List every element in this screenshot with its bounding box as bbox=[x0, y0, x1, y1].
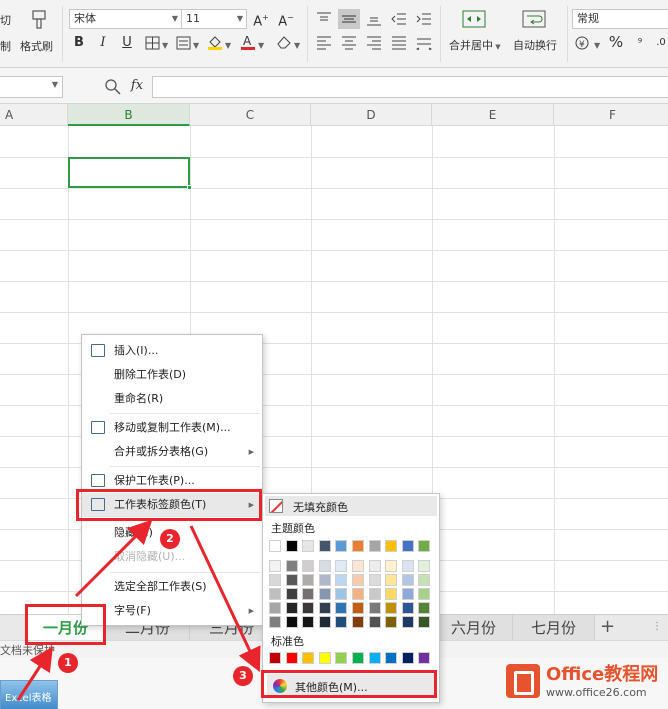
annotation-arrows bbox=[16, 519, 261, 701]
step-badge-2: 2 bbox=[160, 529, 180, 549]
step-badge-1: 1 bbox=[58, 653, 78, 673]
watermark-url: www.office26.com bbox=[546, 686, 647, 699]
watermark-title: Office教程网 bbox=[546, 664, 659, 685]
watermark: Office教程网 www.office26.com bbox=[506, 658, 668, 708]
spreadsheet-window: 切 制 格式刷 宋体 ▼ 11 ▼ A+ A− B I U ▼ ▼ ▼ A ▼ … bbox=[0, 0, 668, 709]
step-badge-3: 3 bbox=[233, 666, 253, 686]
office-logo-icon bbox=[506, 664, 540, 698]
